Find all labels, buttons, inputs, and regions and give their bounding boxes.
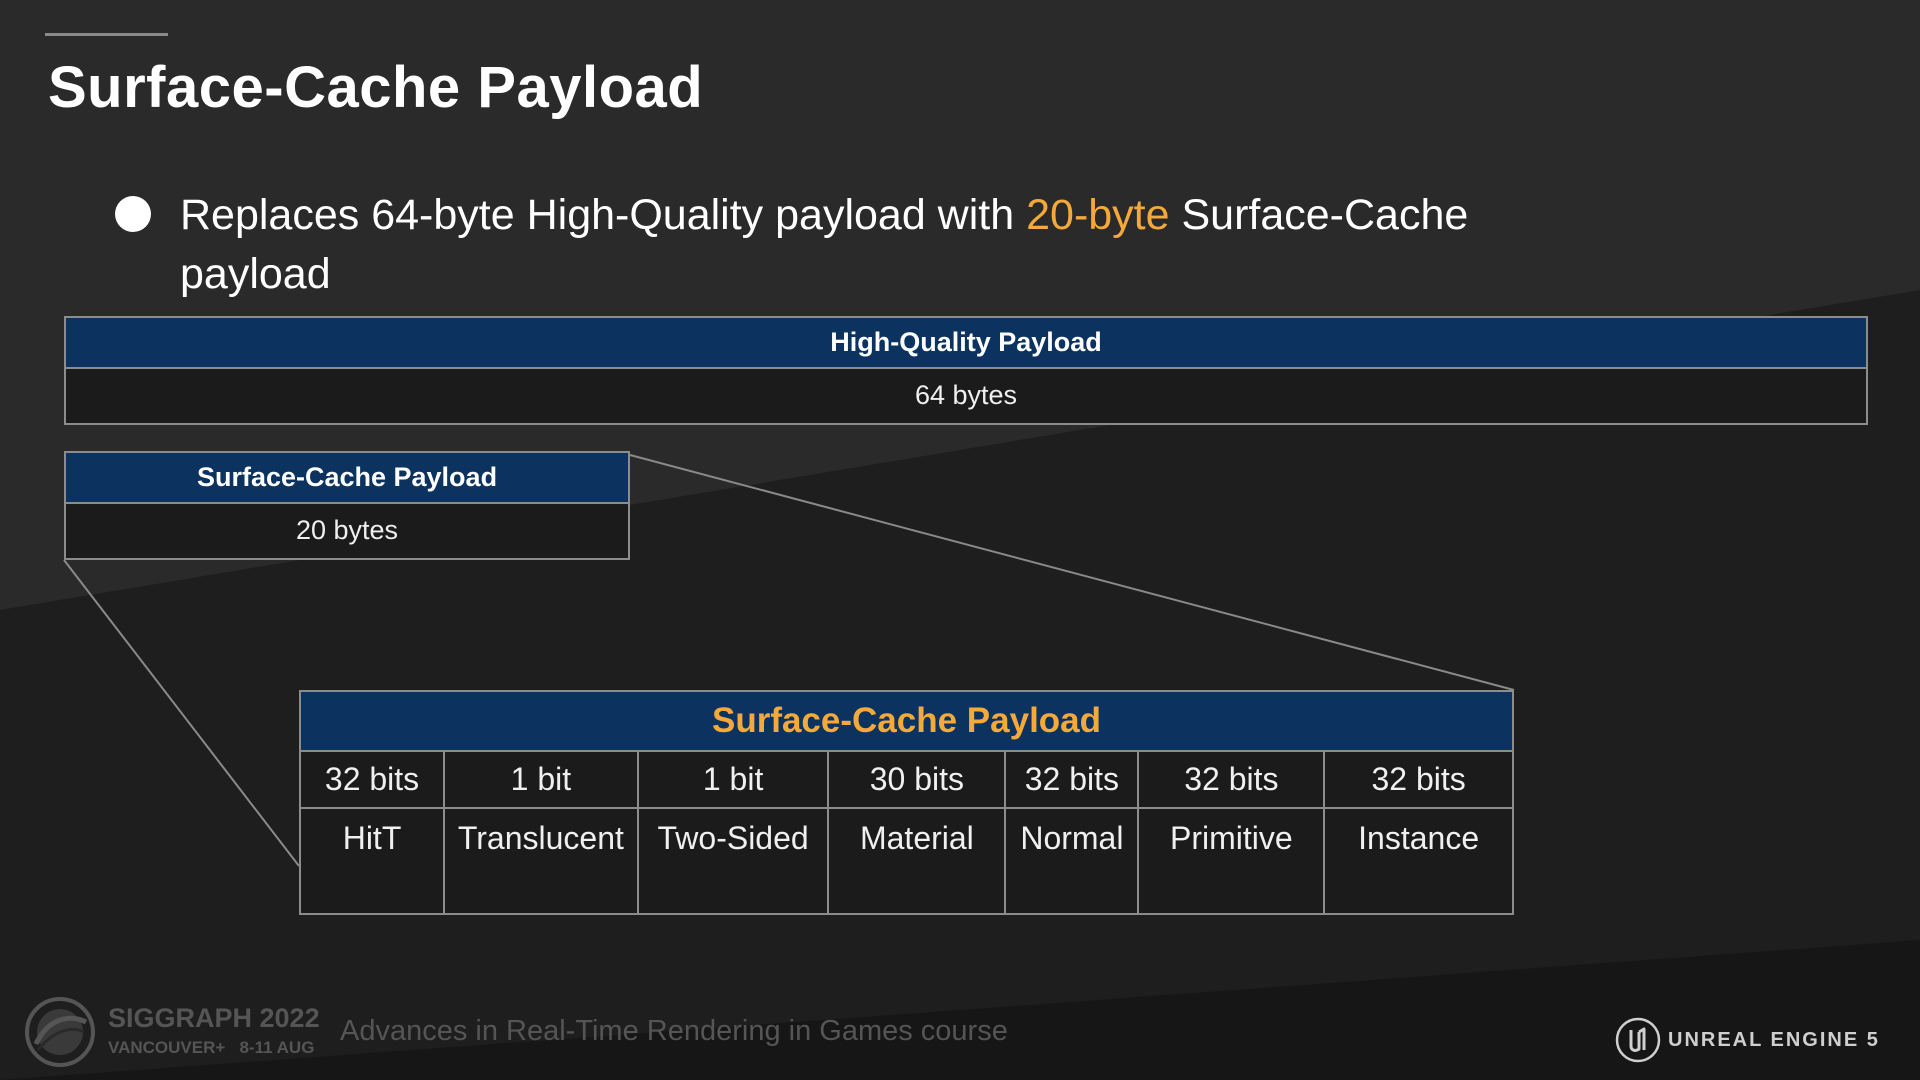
siggraph-logo-icon [25, 997, 95, 1067]
field-name-cell: Two-Sided [636, 807, 830, 915]
field-name-row: HitT Translucent Two-Sided Material Norm… [298, 807, 1514, 915]
title-rule [45, 33, 168, 36]
field-name-cell: Normal [1004, 807, 1140, 915]
high-quality-payload-box: High-Quality Payload 64 bytes [64, 316, 1868, 425]
field-name-cell: Material [827, 807, 1007, 915]
page-title: Surface-Cache Payload [48, 55, 704, 120]
field-name-cell: HitT [298, 807, 446, 915]
field-size-cell: 1 bit [443, 750, 639, 809]
field-size-cell: 32 bits [1323, 750, 1514, 809]
surface-cache-layout-table: Surface-Cache Payload 32 bits 1 bit 1 bi… [298, 690, 1514, 915]
field-name-cell: Primitive [1137, 807, 1326, 915]
field-size-cell: 1 bit [636, 750, 830, 809]
siggraph-title: SIGGRAPH 2022 [108, 1003, 320, 1033]
field-name-cell: Instance [1323, 807, 1514, 915]
unreal-logo-icon [1615, 1017, 1661, 1063]
surface-cache-layout-header: Surface-Cache Payload [299, 690, 1514, 752]
bullet-icon [115, 196, 151, 232]
surface-cache-payload-box: Surface-Cache Payload 20 bytes [64, 451, 630, 560]
bullet-highlight: 20-byte [1026, 191, 1170, 239]
field-size-cell: 32 bits [1137, 750, 1326, 809]
bullet-text-before: Replaces 64-byte High-Quality payload wi… [180, 191, 1027, 239]
bullet-text: Replaces 64-byte High-Quality payload wi… [180, 186, 1580, 304]
unreal-engine-wordmark: UNREAL ENGINE 5 [1668, 1029, 1880, 1051]
surface-cache-payload-size: 20 bytes [295, 515, 399, 545]
course-name: Advances in Real-Time Rendering in Games… [340, 1015, 1008, 1047]
high-quality-payload-size: 64 bytes [914, 380, 1018, 410]
field-size-cell: 32 bits [298, 750, 446, 809]
surface-cache-payload-header: Surface-Cache Payload [66, 453, 628, 504]
field-name-cell: Translucent [443, 807, 639, 915]
bit-size-row: 32 bits 1 bit 1 bit 30 bits 32 bits 32 b… [298, 750, 1514, 809]
high-quality-payload-header: High-Quality Payload [66, 318, 1866, 369]
field-size-cell: 30 bits [827, 750, 1007, 809]
siggraph-subtitle: VANCOUVER+ 8-11 AUG [108, 1038, 315, 1057]
field-size-cell: 32 bits [1004, 750, 1140, 809]
